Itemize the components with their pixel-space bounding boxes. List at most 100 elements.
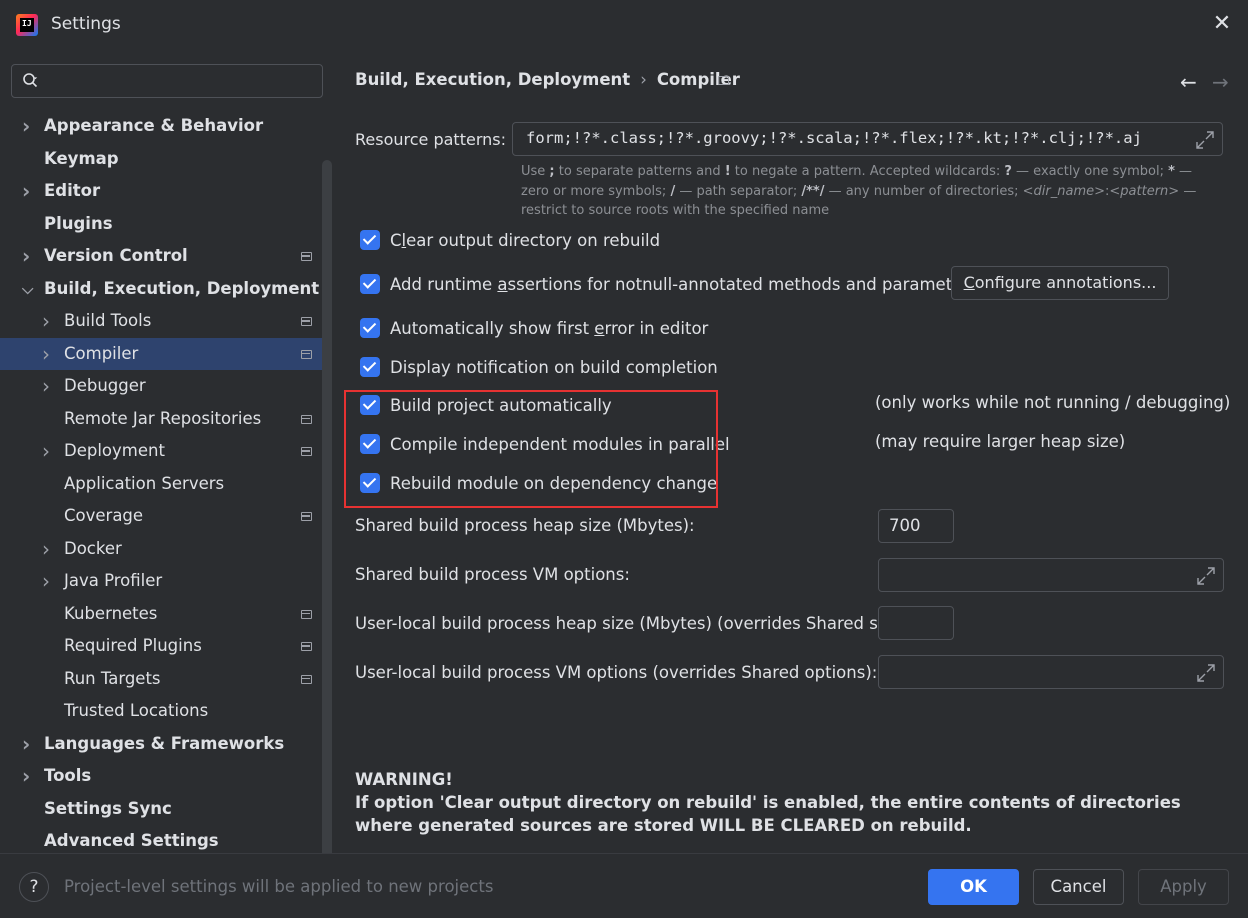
breadcrumb-parent[interactable]: Build, Execution, Deployment bbox=[355, 70, 630, 89]
runtime-assertions-checkbox[interactable] bbox=[360, 274, 380, 294]
shared-heap-value: 700 bbox=[889, 516, 921, 535]
sidebar-item-debugger[interactable]: › Debugger bbox=[0, 370, 322, 403]
sidebar-item-label: Build Tools bbox=[64, 311, 152, 330]
project-level-icon bbox=[301, 642, 312, 651]
sidebar-item-label: Coverage bbox=[64, 506, 144, 525]
sidebar-item-trusted-locations[interactable]: Trusted Locations bbox=[0, 695, 322, 728]
local-vm-input[interactable] bbox=[878, 655, 1224, 689]
search-icon bbox=[23, 73, 38, 88]
notify-completion-label: Display notification on build completion bbox=[390, 357, 718, 377]
project-level-icon bbox=[301, 317, 312, 326]
sidebar-item-tools[interactable]: › Tools bbox=[0, 760, 322, 793]
chevron-right-icon[interactable]: › bbox=[22, 728, 34, 761]
sidebar-item-kubernetes[interactable]: Kubernetes bbox=[0, 598, 322, 631]
sidebar-item-label: Appearance & Behavior bbox=[44, 116, 264, 135]
sidebar-item-version-control[interactable]: › Version Control bbox=[0, 240, 322, 273]
project-level-icon bbox=[301, 414, 312, 424]
project-level-icon bbox=[301, 512, 312, 521]
search-input[interactable] bbox=[11, 64, 323, 98]
compile-parallel-note: (may require larger heap size) bbox=[875, 432, 1126, 451]
configure-annotations-button[interactable]: Configure annotations... bbox=[951, 266, 1169, 300]
show-first-error-label: Automatically show first error in editor bbox=[390, 318, 709, 338]
shared-heap-input[interactable]: 700 bbox=[878, 509, 954, 543]
project-level-icon bbox=[301, 609, 312, 619]
ok-button[interactable]: OK bbox=[928, 869, 1019, 905]
sidebar-item-required-plugins[interactable]: Required Plugins bbox=[0, 630, 322, 663]
sidebar-item-java-profiler[interactable]: › Java Profiler bbox=[0, 565, 322, 598]
dialog-footer: ? Project-level settings will be applied… bbox=[0, 853, 1248, 918]
sidebar-item-build-tools[interactable]: › Build Tools bbox=[0, 305, 322, 338]
sidebar-item-label: Java Profiler bbox=[64, 571, 163, 590]
footer-info-text: Project-level settings will be applied t… bbox=[64, 877, 494, 896]
close-icon[interactable]: ✕ bbox=[1210, 12, 1234, 36]
show-first-error-checkbox[interactable] bbox=[360, 318, 380, 338]
local-heap-input[interactable] bbox=[878, 606, 954, 640]
expand-icon[interactable] bbox=[1195, 565, 1217, 587]
chevron-right-icon[interactable]: › bbox=[22, 175, 34, 208]
local-vm-label: User-local build process VM options (ove… bbox=[355, 663, 878, 682]
sidebar-item-label: Run Targets bbox=[64, 668, 161, 688]
sidebar-item-application-servers[interactable]: Application Servers bbox=[0, 468, 322, 501]
sidebar-item-coverage[interactable]: Coverage bbox=[0, 500, 322, 533]
sidebar-item-appearance-behavior[interactable]: › Appearance & Behavior bbox=[0, 110, 322, 143]
chevron-right-icon[interactable]: › bbox=[42, 435, 54, 468]
expand-icon[interactable] bbox=[1195, 662, 1217, 684]
chevron-right-icon[interactable]: › bbox=[22, 760, 34, 793]
sidebar-item-label: Docker bbox=[64, 538, 122, 558]
cancel-button[interactable]: Cancel bbox=[1033, 869, 1124, 905]
local-heap-label: User-local build process heap size (Mbyt… bbox=[355, 614, 914, 633]
chevron-right-icon[interactable]: › bbox=[42, 305, 54, 338]
sidebar-item-languages-frameworks[interactable]: › Languages & Frameworks bbox=[0, 728, 322, 761]
notify-completion-option[interactable]: Display notification on build completion bbox=[360, 355, 718, 379]
sidebar-scrollbar[interactable] bbox=[322, 160, 332, 870]
resource-patterns-label: Resource patterns: bbox=[355, 130, 506, 149]
chevron-right-icon[interactable]: › bbox=[22, 110, 34, 143]
runtime-assertions-option[interactable]: Add runtime assertions for notnull-annot… bbox=[360, 272, 978, 296]
sidebar-item-run-targets[interactable]: Run Targets bbox=[0, 663, 322, 696]
apply-button[interactable]: Apply bbox=[1138, 869, 1229, 905]
sidebar-item-label: Compiler bbox=[64, 343, 139, 363]
sidebar-item-compiler[interactable]: › Compiler bbox=[0, 337, 322, 371]
sidebar-item-deployment[interactable]: › Deployment bbox=[0, 435, 322, 468]
project-level-icon bbox=[301, 447, 312, 456]
chevron-right-icon[interactable]: › bbox=[42, 533, 54, 566]
sidebar-item-label: Kubernetes bbox=[64, 603, 158, 623]
chevron-right-icon[interactable]: › bbox=[42, 565, 54, 598]
chevron-right-icon[interactable]: › bbox=[42, 338, 54, 371]
sidebar-item-label: Editor bbox=[44, 181, 101, 200]
build-automatically-note: (only works while not running / debuggin… bbox=[875, 393, 1231, 412]
sidebar-item-keymap[interactable]: Keymap bbox=[0, 143, 322, 176]
resource-patterns-input[interactable]: form;!?*.class;!?*.groovy;!?*.scala;!?*.… bbox=[512, 122, 1223, 156]
shared-vm-label: Shared build process VM options: bbox=[355, 565, 630, 584]
project-level-icon bbox=[301, 252, 312, 261]
project-level-icon bbox=[301, 349, 312, 359]
back-arrow-icon[interactable]: ← bbox=[1180, 70, 1197, 94]
sidebar-item-plugins[interactable]: Plugins bbox=[0, 208, 322, 241]
sidebar-item-settings-sync[interactable]: Settings Sync bbox=[0, 793, 322, 826]
expand-icon[interactable] bbox=[1194, 129, 1216, 151]
compiler-settings-panel: Build, Execution, Deployment › Compiler ← … bbox=[334, 50, 1248, 853]
sidebar-item-label: Tools bbox=[44, 766, 92, 785]
shared-vm-input[interactable] bbox=[878, 558, 1224, 592]
chevron-right-icon[interactable]: › bbox=[22, 240, 34, 273]
clear-output-option[interactable]: Clear output directory on rebuild bbox=[360, 228, 660, 252]
chevron-right-icon[interactable]: › bbox=[42, 370, 54, 403]
resource-patterns-value: form;!?*.class;!?*.groovy;!?*.scala;!?*.… bbox=[526, 129, 1142, 147]
show-first-error-option[interactable]: Automatically show first error in editor bbox=[360, 316, 708, 340]
chevron-down-icon[interactable]: ⌵ bbox=[22, 273, 34, 306]
warning-text: If option 'Clear output directory on reb… bbox=[355, 793, 1181, 835]
notify-completion-checkbox[interactable] bbox=[360, 357, 380, 377]
sidebar-item-build-execution-deployment[interactable]: ⌵ Build, Execution, Deployment bbox=[0, 273, 322, 306]
help-button[interactable]: ? bbox=[19, 872, 49, 902]
resource-patterns-hint: Use ; to separate patterns and ! to nega… bbox=[521, 164, 1197, 218]
sidebar-item-docker[interactable]: › Docker bbox=[0, 533, 322, 566]
sidebar-item-editor[interactable]: › Editor bbox=[0, 175, 322, 208]
sidebar-item-remote-jar-repositories[interactable]: Remote Jar Repositories bbox=[0, 403, 322, 436]
forward-arrow-icon[interactable]: → bbox=[1212, 70, 1229, 94]
highlight-box bbox=[344, 390, 718, 508]
settings-tree: › Appearance & Behavior Keymap › Editor Plugi… bbox=[0, 110, 322, 858]
warning-title: WARNING! bbox=[355, 770, 453, 789]
clear-output-checkbox[interactable] bbox=[360, 230, 380, 250]
sidebar-item-label: Version Control bbox=[44, 246, 188, 265]
sidebar-item-label: Keymap bbox=[44, 148, 119, 168]
